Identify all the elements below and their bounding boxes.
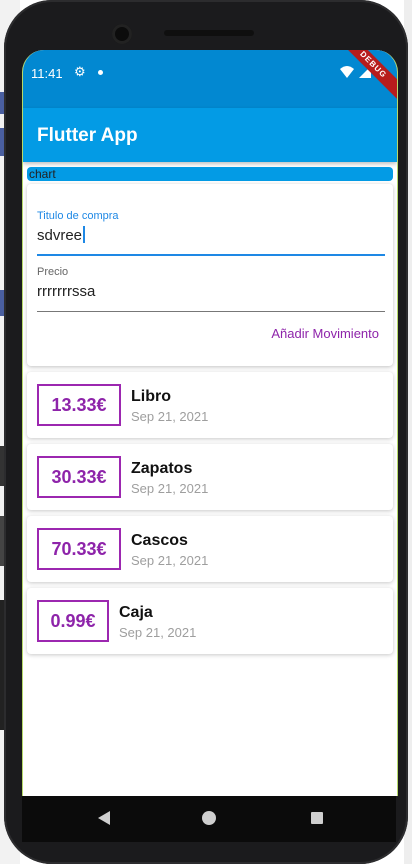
earpiece-speaker: [164, 30, 254, 36]
status-bar: 11:41 ⚙ DEBUG: [23, 50, 397, 108]
transaction-amount: 30.33€: [37, 456, 121, 498]
transaction-date: Sep 21, 2021: [131, 553, 209, 568]
notification-dot-icon: [98, 70, 103, 75]
transaction-title: Libro: [131, 388, 171, 405]
transaction-item: 0.99€ Caja Sep 21, 2021: [27, 588, 393, 654]
text-caret: [83, 226, 85, 243]
transaction-amount: 13.33€: [37, 384, 121, 426]
system-nav-bar: [22, 796, 396, 842]
transaction-amount: 0.99€: [37, 600, 109, 642]
transaction-title: Caja: [119, 604, 153, 621]
transaction-item: 70.33€ Cascos Sep 21, 2021: [27, 516, 393, 582]
title-field-label: Titulo de compra: [37, 210, 119, 222]
transaction-title: Cascos: [131, 532, 188, 549]
back-icon[interactable]: [98, 811, 110, 825]
status-time: 11:41: [31, 66, 63, 81]
wifi-icon: [340, 65, 354, 78]
transaction-date: Sep 21, 2021: [131, 409, 209, 424]
chart-placeholder: chart: [27, 167, 393, 181]
transaction-date: Sep 21, 2021: [119, 625, 197, 640]
title-input-underline: [37, 254, 385, 256]
price-input-value[interactable]: rrrrrrrssa: [37, 283, 95, 300]
app-screen: 11:41 ⚙ DEBUG Flutter App chart Titulo d…: [22, 50, 398, 796]
transaction-date: Sep 21, 2021: [131, 481, 209, 496]
price-input-underline: [37, 311, 385, 312]
app-title: Flutter App: [37, 125, 138, 146]
transaction-item: 13.33€ Libro Sep 21, 2021: [27, 372, 393, 438]
transaction-title: Zapatos: [131, 460, 193, 477]
home-icon[interactable]: [202, 811, 216, 825]
price-field-label: Precio: [37, 266, 69, 278]
gear-icon: ⚙: [74, 64, 86, 79]
app-bar: Flutter App: [23, 108, 397, 162]
transaction-amount: 70.33€: [37, 528, 121, 570]
transaction-item: 30.33€ Zapatos Sep 21, 2021: [27, 444, 393, 510]
add-movement-button[interactable]: Añadir Movimiento: [271, 326, 379, 341]
recent-apps-icon[interactable]: [311, 812, 323, 824]
new-transaction-form: Titulo de compra sdvree Precio rrrrrrrss…: [27, 184, 393, 366]
front-camera: [112, 24, 132, 44]
title-input-value[interactable]: sdvree: [37, 226, 85, 244]
